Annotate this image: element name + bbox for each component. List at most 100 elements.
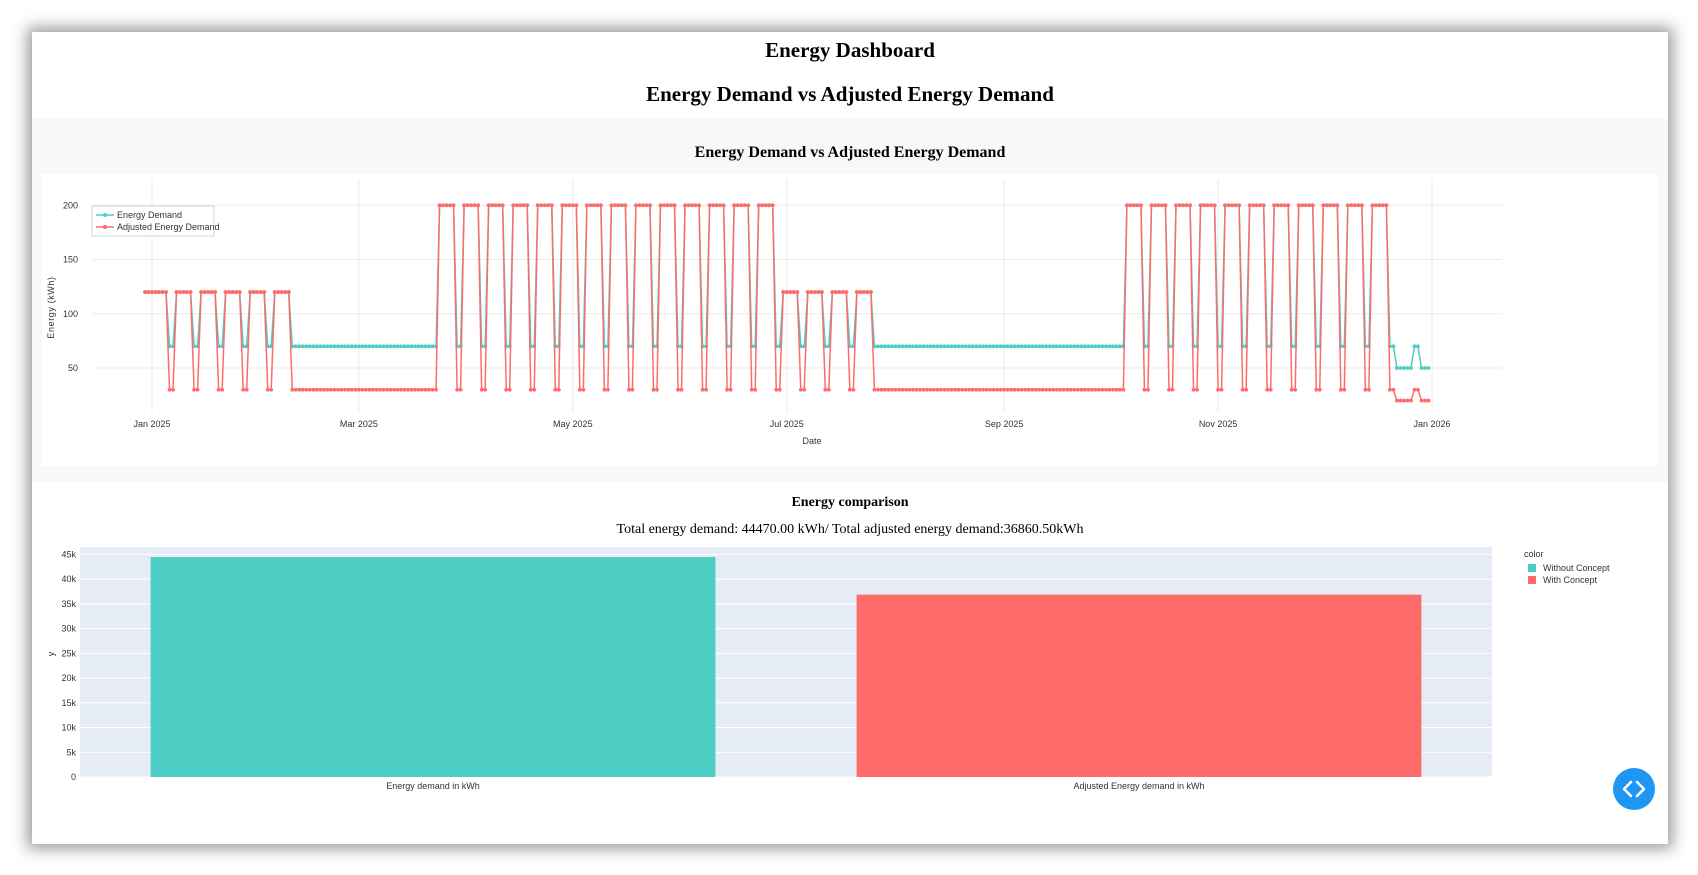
data-point[interactable]: [1079, 387, 1084, 392]
data-point[interactable]: [1093, 387, 1098, 392]
data-point[interactable]: [809, 290, 814, 294]
data-point[interactable]: [900, 387, 905, 392]
data-point[interactable]: [1402, 366, 1406, 370]
data-point[interactable]: [364, 344, 368, 349]
data-point[interactable]: [1181, 203, 1185, 208]
data-point[interactable]: [430, 387, 435, 392]
data-point[interactable]: [988, 344, 993, 349]
data-point[interactable]: [861, 290, 866, 294]
data-point[interactable]: [879, 387, 884, 392]
data-point[interactable]: [1395, 398, 1399, 403]
data-point[interactable]: [1026, 344, 1031, 349]
data-point[interactable]: [1377, 203, 1382, 208]
data-point[interactable]: [402, 344, 407, 349]
data-point[interactable]: [1395, 366, 1399, 370]
data-point[interactable]: [641, 203, 645, 208]
data-point[interactable]: [739, 203, 744, 208]
data-point[interactable]: [939, 344, 943, 349]
data-point[interactable]: [479, 387, 484, 392]
data-point[interactable]: [293, 387, 298, 392]
data-point[interactable]: [904, 387, 908, 392]
data-point[interactable]: [700, 387, 705, 392]
data-point[interactable]: [946, 344, 950, 349]
data-point[interactable]: [918, 387, 922, 392]
data-point[interactable]: [802, 387, 807, 392]
data-point[interactable]: [441, 203, 445, 208]
data-point[interactable]: [504, 387, 509, 392]
data-point[interactable]: [669, 203, 673, 208]
data-point[interactable]: [1030, 344, 1035, 349]
data-point[interactable]: [613, 203, 617, 208]
data-point[interactable]: [1405, 398, 1410, 403]
data-point[interactable]: [1198, 203, 1203, 208]
data-point[interactable]: [974, 344, 979, 349]
data-point[interactable]: [984, 387, 989, 392]
data-point[interactable]: [847, 387, 852, 392]
data-point[interactable]: [258, 290, 263, 294]
data-point[interactable]: [430, 344, 435, 349]
data-point[interactable]: [732, 203, 737, 208]
data-point[interactable]: [1012, 344, 1017, 349]
data-point[interactable]: [742, 203, 747, 208]
data-point[interactable]: [328, 344, 333, 349]
data-point[interactable]: [434, 387, 438, 392]
data-point[interactable]: [1132, 203, 1136, 208]
data-point[interactable]: [1335, 203, 1340, 208]
data-point[interactable]: [826, 387, 831, 392]
data-point[interactable]: [535, 203, 540, 208]
data-point[interactable]: [1019, 387, 1024, 392]
data-point[interactable]: [1040, 387, 1045, 392]
data-point[interactable]: [171, 387, 175, 392]
data-point[interactable]: [1423, 398, 1427, 403]
data-point[interactable]: [1009, 387, 1014, 392]
data-point[interactable]: [335, 387, 340, 392]
data-point[interactable]: [991, 344, 996, 349]
data-point[interactable]: [371, 344, 375, 349]
data-point[interactable]: [511, 203, 516, 208]
data-point[interactable]: [823, 387, 828, 392]
data-point[interactable]: [1184, 203, 1189, 208]
data-point[interactable]: [1163, 203, 1168, 208]
data-point[interactable]: [1030, 387, 1035, 392]
data-point[interactable]: [416, 387, 421, 392]
data-point[interactable]: [1359, 203, 1364, 208]
data-point[interactable]: [395, 387, 400, 392]
data-point[interactable]: [837, 290, 842, 294]
data-point[interactable]: [304, 344, 309, 349]
data-point[interactable]: [1195, 387, 1199, 392]
data-point[interactable]: [630, 387, 635, 392]
data-point[interactable]: [693, 203, 698, 208]
data-point[interactable]: [1117, 387, 1122, 392]
data-point[interactable]: [563, 203, 568, 208]
data-point[interactable]: [420, 387, 424, 392]
data-point[interactable]: [528, 387, 533, 392]
data-point[interactable]: [577, 387, 582, 392]
data-point[interactable]: [1423, 366, 1427, 370]
data-point[interactable]: [1366, 387, 1371, 392]
data-point[interactable]: [357, 344, 361, 349]
data-point[interactable]: [360, 344, 365, 349]
data-point[interactable]: [711, 203, 715, 208]
data-point[interactable]: [143, 290, 147, 294]
data-point[interactable]: [907, 344, 912, 349]
data-point[interactable]: [160, 290, 165, 294]
data-point[interactable]: [374, 387, 379, 392]
data-point[interactable]: [819, 290, 824, 294]
data-point[interactable]: [921, 344, 926, 349]
data-point[interactable]: [1261, 203, 1266, 208]
data-point[interactable]: [1331, 203, 1336, 208]
data-point[interactable]: [342, 344, 347, 349]
data-point[interactable]: [406, 344, 410, 349]
data-point[interactable]: [1009, 344, 1014, 349]
data-point[interactable]: [1107, 387, 1112, 392]
data-point[interactable]: [932, 387, 936, 392]
data-point[interactable]: [1388, 387, 1392, 392]
data-point[interactable]: [1258, 203, 1263, 208]
data-point[interactable]: [1139, 203, 1143, 208]
data-point[interactable]: [651, 387, 656, 392]
data-point[interactable]: [276, 290, 281, 294]
data-point[interactable]: [1268, 387, 1273, 392]
data-point[interactable]: [546, 203, 551, 208]
data-point[interactable]: [367, 344, 372, 349]
data-point[interactable]: [662, 203, 666, 208]
